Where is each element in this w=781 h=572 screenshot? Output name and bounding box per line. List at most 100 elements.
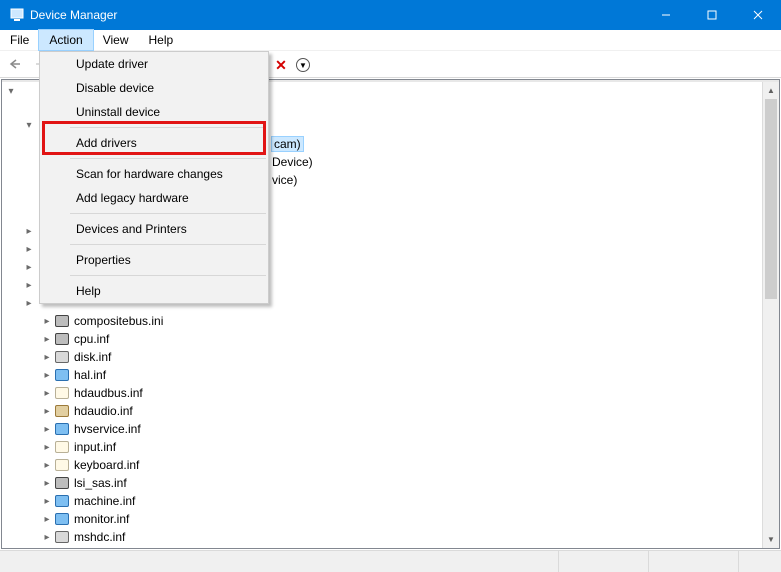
tree-row[interactable]: ▸ hdaudio.inf <box>2 402 779 420</box>
device-icon <box>54 511 70 527</box>
expand-icon[interactable]: ▸ <box>40 424 54 435</box>
tree-row[interactable]: ▸ input.inf <box>2 438 779 456</box>
expand-icon[interactable]: ▸ <box>40 496 54 507</box>
minimize-button[interactable] <box>643 0 689 30</box>
device-icon <box>54 457 70 473</box>
x-icon: ✕ <box>275 57 287 74</box>
menu-action[interactable]: Action <box>39 30 92 50</box>
menu-help-item[interactable]: Help <box>40 279 268 303</box>
menubar: File Action View Help <box>0 30 781 51</box>
device-icon <box>54 439 70 455</box>
tree-label: machine.inf <box>74 494 135 508</box>
tree-label: mshdc.inf <box>74 530 125 544</box>
tree-row[interactable]: ▸ hdaudbus.inf <box>2 384 779 402</box>
expand-icon[interactable]: ▸ <box>40 406 54 417</box>
tree-label: hdaudio.inf <box>74 404 133 418</box>
expand-icon[interactable]: ▸ <box>22 280 36 291</box>
scroll-thumb[interactable] <box>765 99 777 299</box>
expand-icon[interactable]: ▸ <box>40 334 54 345</box>
update-button[interactable]: ▼ <box>292 54 314 76</box>
status-cell <box>739 551 781 572</box>
expand-icon[interactable]: ▸ <box>40 352 54 363</box>
menu-separator <box>70 244 266 245</box>
menu-separator <box>70 158 266 159</box>
status-cell <box>0 551 559 572</box>
device-icon <box>54 529 70 545</box>
tree-row[interactable]: ▸msports.inf <box>2 546 779 548</box>
menu-scan-hardware[interactable]: Scan for hardware changes <box>40 162 268 186</box>
device-icon <box>54 349 70 365</box>
device-icon <box>54 385 70 401</box>
expand-icon[interactable]: ▸ <box>40 316 54 327</box>
expand-icon[interactable]: ▸ <box>22 226 36 237</box>
menu-separator <box>70 127 266 128</box>
action-dropdown: Update driver Disable device Uninstall d… <box>39 51 269 304</box>
app-icon <box>6 8 28 22</box>
tree-row[interactable]: ▸ lsi_sas.inf <box>2 474 779 492</box>
back-button[interactable] <box>4 53 26 75</box>
device-icon <box>54 367 70 383</box>
titlebar[interactable]: Device Manager <box>0 0 781 30</box>
expand-icon[interactable]: ▸ <box>22 298 36 309</box>
menu-separator <box>70 213 266 214</box>
menu-update-driver[interactable]: Update driver <box>40 52 268 76</box>
expand-icon[interactable]: ▸ <box>40 388 54 399</box>
menu-view[interactable]: View <box>93 30 139 50</box>
menu-uninstall-device[interactable]: Uninstall device <box>40 100 268 124</box>
tree-row[interactable]: ▸ cpu.inf <box>2 330 779 348</box>
vertical-scrollbar[interactable]: ▲ ▼ <box>762 82 779 548</box>
statusbar <box>0 550 781 572</box>
expand-icon[interactable]: ▸ <box>22 244 36 255</box>
tree-row[interactable]: ▸ hvservice.inf <box>2 420 779 438</box>
tree-row[interactable]: ▸ hal.inf <box>2 366 779 384</box>
tree-label: monitor.inf <box>74 512 129 526</box>
device-icon <box>54 475 70 491</box>
tree-label: hdaudbus.inf <box>74 386 143 400</box>
tree-row[interactable]: ▸ monitor.inf <box>2 510 779 528</box>
delete-button[interactable]: ✕ <box>270 54 292 76</box>
tree-label: disk.inf <box>74 350 111 364</box>
scroll-up-icon[interactable]: ▲ <box>763 82 779 99</box>
peek-line: vice) <box>272 173 297 187</box>
circle-arrow-icon: ▼ <box>296 58 310 72</box>
tree-row[interactable]: ▸ machine.inf <box>2 492 779 510</box>
tree-label: input.inf <box>74 440 116 454</box>
peek-selected: cam) <box>272 137 303 151</box>
collapse-icon[interactable]: ▾ <box>22 120 36 131</box>
device-icon <box>54 403 70 419</box>
device-icon <box>54 313 70 329</box>
device-icon <box>54 493 70 509</box>
menu-add-drivers[interactable]: Add drivers <box>40 131 268 155</box>
menu-add-legacy[interactable]: Add legacy hardware <box>40 186 268 210</box>
menu-file[interactable]: File <box>0 30 39 50</box>
menu-properties[interactable]: Properties <box>40 248 268 272</box>
tree-label: hal.inf <box>74 368 106 382</box>
menu-disable-device[interactable]: Disable device <box>40 76 268 100</box>
tree-row[interactable]: ▸ mshdc.inf <box>2 528 779 546</box>
expand-icon[interactable]: ▸ <box>40 460 54 471</box>
device-icon <box>54 331 70 347</box>
tree-label: hvservice.inf <box>74 422 141 436</box>
device-icon <box>54 547 70 548</box>
close-button[interactable] <box>735 0 781 30</box>
menu-devices-printers[interactable]: Devices and Printers <box>40 217 268 241</box>
expand-icon[interactable]: ▸ <box>40 532 54 543</box>
tree-label: keyboard.inf <box>74 458 139 472</box>
expand-icon[interactable]: ▸ <box>40 442 54 453</box>
scroll-down-icon[interactable]: ▼ <box>763 531 779 548</box>
tree-row[interactable]: ▸ disk.inf <box>2 348 779 366</box>
expand-icon[interactable]: ▸ <box>40 514 54 525</box>
tree-row[interactable]: ▸ keyboard.inf <box>2 456 779 474</box>
status-cell <box>559 551 649 572</box>
peek-line: Device) <box>272 155 313 169</box>
tree-label: cpu.inf <box>74 332 109 346</box>
maximize-button[interactable] <box>689 0 735 30</box>
tree-label: compositebus.ini <box>74 314 163 328</box>
expand-icon[interactable]: ▸ <box>40 478 54 489</box>
expand-icon[interactable]: ▸ <box>22 262 36 273</box>
expand-icon[interactable]: ▸ <box>40 370 54 381</box>
tree-label: lsi_sas.inf <box>74 476 127 490</box>
menu-help[interactable]: Help <box>139 30 184 50</box>
tree-row[interactable]: ▸ compositebus.ini <box>2 312 779 330</box>
collapse-icon[interactable]: ▾ <box>4 86 18 97</box>
